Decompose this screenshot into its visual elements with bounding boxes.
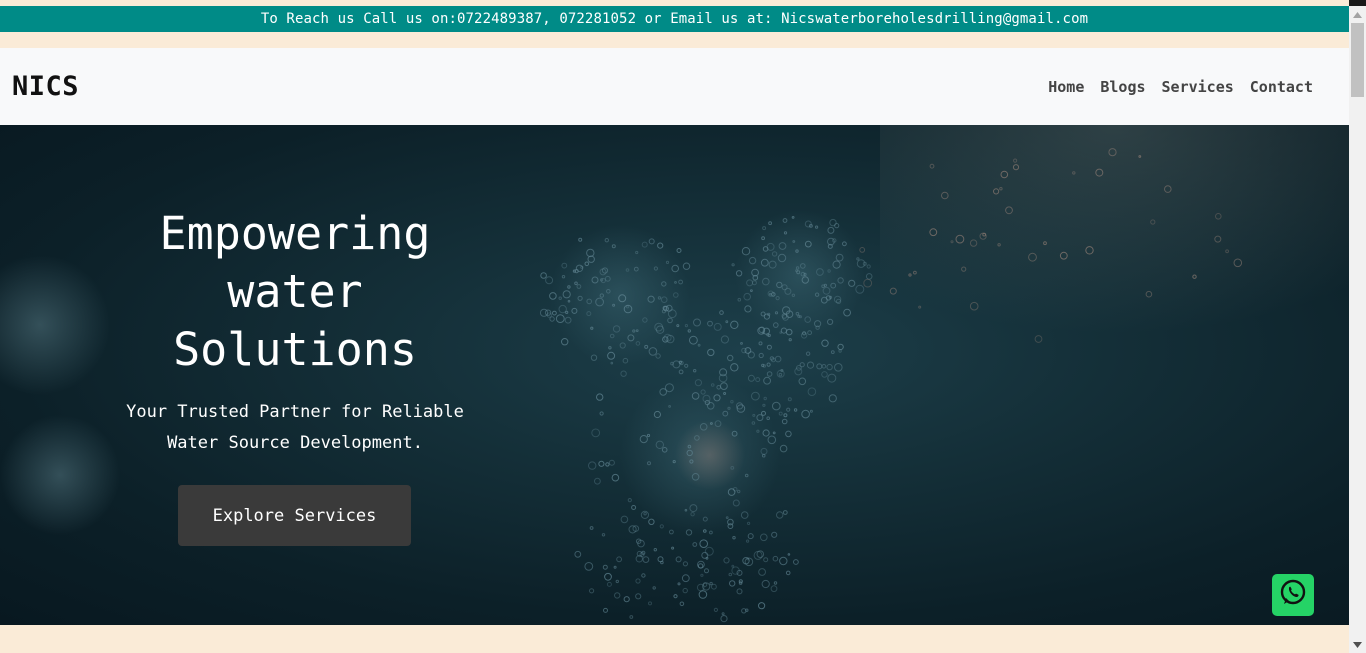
hero-subtitle-line: Your Trusted Partner for Reliable: [126, 402, 464, 422]
nav-links: Home Blogs Services Contact: [1048, 78, 1313, 96]
hero-title-line: water: [227, 265, 363, 318]
page-scrollbar[interactable]: [1349, 6, 1366, 653]
hero-subtitle: Your Trusted Partner for Reliable Water …: [110, 397, 480, 459]
nav-link-blogs[interactable]: Blogs: [1100, 78, 1145, 96]
brand-logo[interactable]: NICS: [12, 71, 79, 102]
whatsapp-button[interactable]: [1272, 574, 1314, 616]
nav-link-services[interactable]: Services: [1162, 78, 1234, 96]
hero-text: Empowering water Solutions Your Trusted …: [110, 205, 480, 459]
hero-section: Empowering water Solutions Your Trusted …: [0, 125, 1349, 625]
hero-subtitle-line: Water Source Development.: [167, 433, 423, 453]
scroll-up-arrow-icon[interactable]: [1349, 6, 1366, 23]
page-viewport: To Reach us Call us on:0722489387, 07228…: [0, 0, 1349, 653]
scrollbar-thumb[interactable]: [1351, 23, 1364, 97]
nav-link-home[interactable]: Home: [1048, 78, 1084, 96]
contact-bar: To Reach us Call us on:0722489387, 07228…: [0, 6, 1349, 32]
explore-services-button[interactable]: Explore Services: [178, 485, 411, 546]
hero-title-line: Empowering: [159, 207, 431, 260]
scroll-down-arrow-icon[interactable]: [1349, 636, 1366, 653]
whatsapp-icon: [1278, 578, 1308, 612]
navbar: NICS Home Blogs Services Contact: [0, 48, 1349, 125]
hero-title-line: Solutions: [173, 323, 417, 376]
hero-title: Empowering water Solutions: [110, 205, 480, 379]
nav-link-contact[interactable]: Contact: [1250, 78, 1313, 96]
contact-bar-text: To Reach us Call us on:0722489387, 07228…: [260, 11, 1089, 27]
